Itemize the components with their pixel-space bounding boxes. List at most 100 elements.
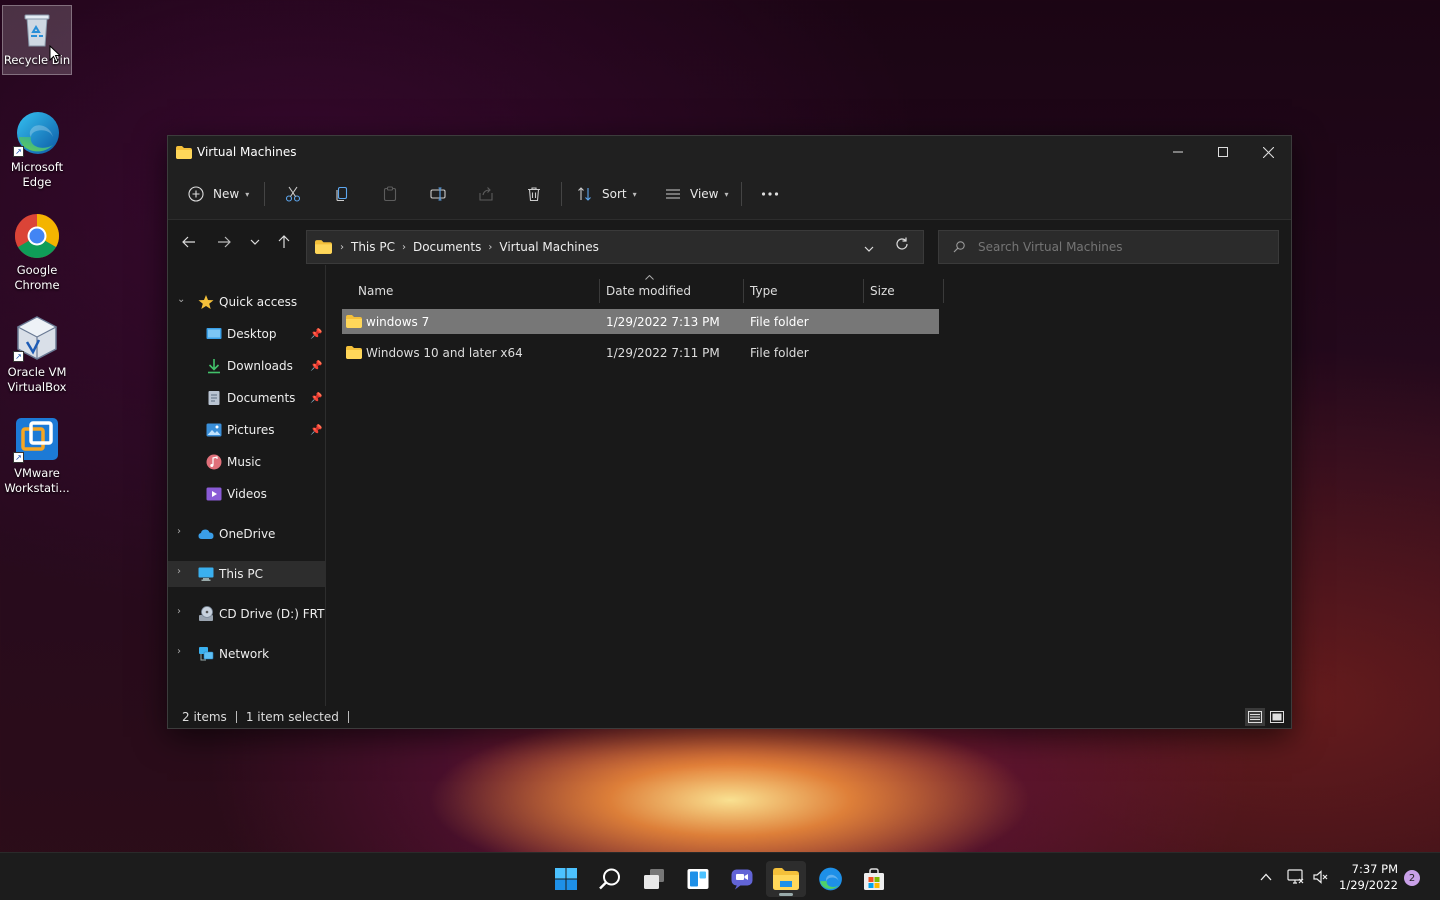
network-tray-button[interactable] [1287, 853, 1305, 900]
command-bar: New ▾ Sort ▾ View ▾ [168, 168, 1291, 220]
sort-button[interactable]: Sort ▾ [577, 179, 637, 209]
shortcut-arrow-icon: ↗ [13, 351, 24, 362]
column-divider[interactable] [943, 279, 944, 303]
volume-muted-icon [1313, 870, 1328, 884]
nav-item-music[interactable]: Music [168, 449, 325, 475]
start-button[interactable] [546, 861, 586, 897]
view-list-icon [666, 189, 680, 199]
column-header-size[interactable]: Size [870, 279, 895, 303]
search-taskbar-button[interactable] [590, 861, 630, 897]
task-view-icon [644, 869, 664, 889]
back-button[interactable] [175, 230, 203, 254]
chevron-right-icon: › [401, 241, 406, 253]
folder-icon [315, 240, 332, 254]
nav-item-downloads[interactable]: Downloads 📌 [168, 353, 325, 379]
more-options-button[interactable] [761, 179, 779, 209]
column-header-type[interactable]: Type [750, 279, 778, 303]
up-button[interactable] [270, 230, 298, 254]
chat-button[interactable] [722, 861, 762, 897]
nav-item-desktop[interactable]: Desktop 📌 [168, 321, 325, 347]
clock[interactable]: 7:37 PM 1/29/2022 [1336, 861, 1398, 893]
desktop-icon-vmware[interactable]: ↗ VMware Workstati... [2, 411, 72, 501]
nav-network[interactable]: › Network [168, 641, 325, 667]
forward-button[interactable] [210, 230, 238, 254]
edge-taskbar-button[interactable] [810, 861, 850, 897]
nav-onedrive[interactable]: › OneDrive [168, 521, 325, 547]
table-row[interactable]: windows 7 1/29/2022 7:13 PM File folder [342, 309, 939, 334]
notification-badge[interactable]: 2 [1404, 870, 1420, 886]
breadcrumb-documents[interactable]: Documents [413, 240, 481, 254]
toolbar-divider [264, 182, 265, 206]
nav-cd-drive[interactable]: › CD Drive (D:) FRTME [168, 601, 325, 627]
delete-button[interactable] [526, 179, 542, 209]
details-view-icon [1248, 711, 1262, 723]
refresh-button[interactable] [895, 237, 909, 254]
volume-tray-button[interactable] [1313, 853, 1329, 900]
widgets-button[interactable] [678, 861, 718, 897]
nav-item-videos[interactable]: Videos [168, 481, 325, 507]
column-divider[interactable] [743, 279, 744, 303]
title-bar[interactable]: Virtual Machines [168, 136, 1291, 168]
nav-quick-access[interactable]: ⌄ Quick access [168, 289, 325, 315]
tiles-view-button[interactable] [1267, 708, 1287, 726]
search-input[interactable] [978, 240, 1268, 254]
sort-label: Sort [602, 187, 627, 201]
address-history-button[interactable] [864, 241, 874, 255]
recent-locations-button[interactable] [241, 230, 269, 254]
status-divider [347, 711, 349, 723]
paste-button[interactable] [382, 179, 398, 209]
desktop-folder-icon [206, 328, 222, 339]
minimize-icon [1173, 151, 1183, 153]
nav-item-documents[interactable]: Documents 📌 [168, 385, 325, 411]
chevron-down-icon[interactable]: ⌄ [177, 294, 187, 305]
paste-icon [383, 186, 397, 202]
store-taskbar-button[interactable] [854, 861, 894, 897]
desktop-icon-virtualbox[interactable]: ↗ Oracle VM VirtualBox [2, 310, 72, 400]
network-status-icon [1287, 869, 1304, 884]
show-hidden-icons-button[interactable] [1260, 853, 1272, 900]
address-bar[interactable]: › This PC › Documents › Virtual Machines [306, 230, 924, 264]
column-divider[interactable] [863, 279, 864, 303]
column-header-date[interactable]: Date modified [606, 279, 691, 303]
breadcrumb-virtual-machines[interactable]: Virtual Machines [499, 240, 599, 254]
file-explorer-icon [773, 868, 799, 890]
close-button[interactable] [1245, 136, 1291, 168]
sort-icon [578, 187, 591, 201]
view-button[interactable]: View ▾ [665, 179, 729, 209]
table-row[interactable]: Windows 10 and later x64 1/29/2022 7:11 … [342, 340, 939, 365]
desktop-icon-label: Oracle VM VirtualBox [7, 365, 67, 394]
maximize-button[interactable] [1200, 136, 1246, 168]
chevron-right-icon: › [340, 241, 344, 253]
file-explorer-taskbar-button[interactable] [766, 861, 806, 897]
desktop-icon-chrome[interactable]: Google Chrome [2, 208, 72, 298]
nav-item-pictures[interactable]: Pictures 📌 [168, 417, 325, 443]
window-title: Virtual Machines [197, 145, 297, 159]
chevron-right-icon[interactable]: › [177, 566, 187, 577]
desktop-icon-recycle-bin[interactable]: Recycle Bin [2, 5, 72, 75]
chevron-right-icon[interactable]: › [177, 526, 187, 537]
search-icon [953, 241, 965, 253]
shortcut-arrow-icon: ↗ [13, 452, 24, 463]
new-button[interactable]: New ▾ [188, 179, 249, 209]
nav-this-pc[interactable]: › This PC [168, 561, 325, 587]
chevron-right-icon[interactable]: › [177, 606, 187, 617]
active-app-indicator [779, 893, 793, 896]
pin-icon: 📌 [310, 360, 323, 372]
desktop-icon-edge[interactable]: ↗ Microsoft Edge [2, 105, 72, 195]
search-box[interactable] [938, 230, 1279, 264]
column-header-name[interactable]: Name [358, 279, 393, 303]
column-divider[interactable] [599, 279, 600, 303]
breadcrumb-this-pc[interactable]: This PC [351, 240, 395, 254]
chevron-right-icon[interactable]: › [177, 646, 187, 657]
computer-icon [198, 567, 214, 581]
details-view-button[interactable] [1245, 708, 1265, 726]
share-button[interactable] [478, 179, 494, 209]
folder-icon [346, 315, 362, 328]
minimize-button[interactable] [1155, 136, 1201, 168]
rename-button[interactable] [430, 179, 446, 209]
copy-button[interactable] [334, 179, 350, 209]
cut-button[interactable] [285, 179, 301, 209]
close-icon [1262, 146, 1274, 158]
star-icon [198, 295, 214, 309]
task-view-button[interactable] [634, 861, 674, 897]
